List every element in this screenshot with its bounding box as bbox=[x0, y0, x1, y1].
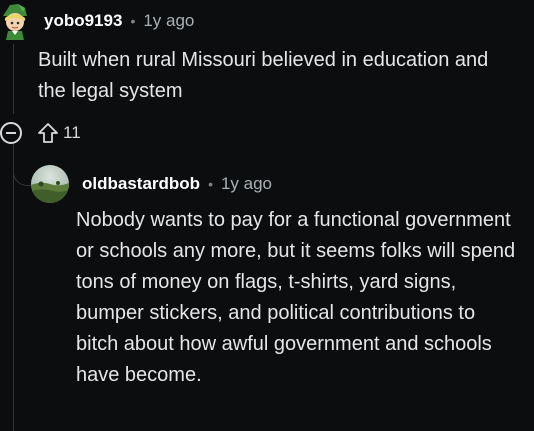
upvote-arrow-icon[interactable] bbox=[37, 122, 59, 144]
comment-body: Built when rural Missouri believed in ed… bbox=[38, 49, 489, 102]
avatar[interactable] bbox=[0, 2, 30, 40]
upvote-count: 11 bbox=[63, 123, 81, 142]
timestamp[interactable]: 1y ago bbox=[221, 174, 272, 194]
comment-actions: 11 bbox=[0, 120, 81, 146]
comment-body: Nobody wants to pay for a functional gov… bbox=[76, 209, 516, 386]
separator-dot: • bbox=[130, 13, 136, 29]
avatar[interactable] bbox=[31, 165, 69, 203]
separator-dot: • bbox=[208, 176, 213, 192]
comment-meta: yobo9193 • 1y ago bbox=[44, 11, 194, 31]
timestamp[interactable]: 1y ago bbox=[143, 11, 194, 31]
username[interactable]: oldbastardbob bbox=[82, 174, 200, 194]
comment-meta: oldbastardbob • 1y ago bbox=[82, 174, 272, 194]
username[interactable]: yobo9193 bbox=[44, 11, 122, 31]
thread-line bbox=[13, 140, 14, 431]
collapse-thread-icon[interactable] bbox=[0, 122, 22, 144]
thread-line bbox=[13, 44, 14, 114]
reply-connector bbox=[13, 140, 31, 186]
